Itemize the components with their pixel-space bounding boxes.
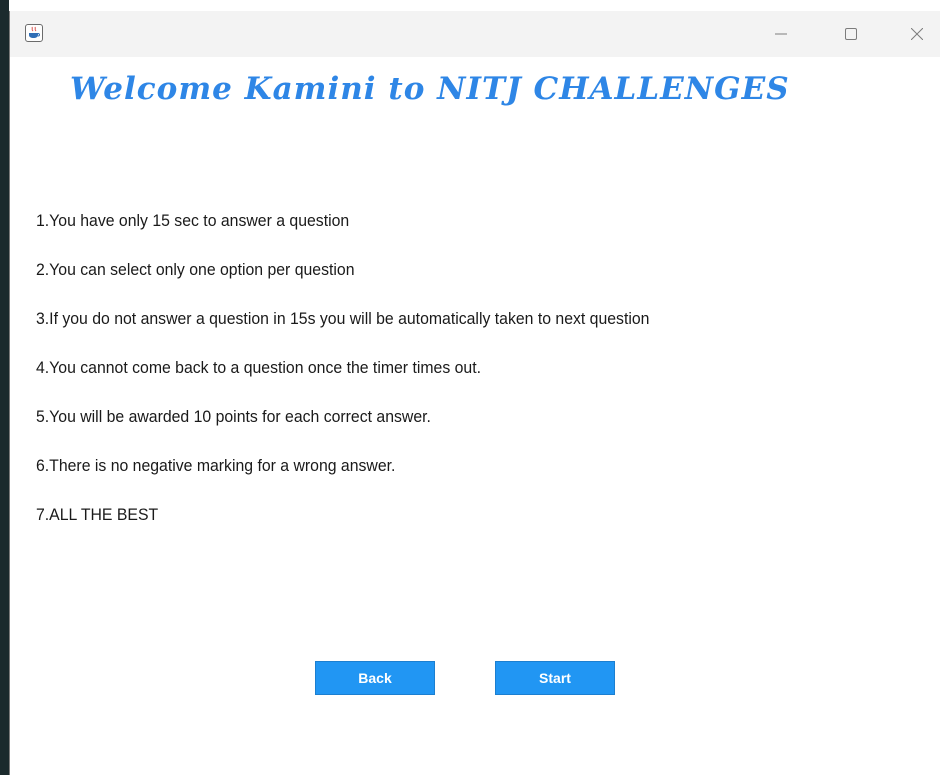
welcome-heading: Welcome Kamini to NITJ CHALLENGES	[70, 71, 790, 107]
desktop-background	[0, 0, 9, 775]
app-window: Welcome Kamini to NITJ CHALLENGES 1.You …	[9, 11, 940, 775]
minimize-button[interactable]	[758, 11, 804, 57]
back-button[interactable]: Back	[315, 661, 435, 695]
rule-item: 2.You can select only one option per que…	[36, 260, 355, 279]
close-icon	[911, 28, 923, 40]
rule-item: 6.There is no negative marking for a wro…	[36, 456, 396, 475]
rule-item: 1.You have only 15 sec to answer a quest…	[36, 211, 350, 230]
minimize-icon	[775, 33, 787, 35]
start-button[interactable]: Start	[495, 661, 615, 695]
rule-item: 3.If you do not answer a question in 15s…	[36, 309, 650, 328]
rule-item: 7.ALL THE BEST	[36, 505, 159, 524]
java-cup-icon[interactable]	[25, 24, 43, 42]
close-button[interactable]	[894, 11, 940, 57]
rule-item: 5.You will be awarded 10 points for each…	[36, 407, 431, 426]
maximize-icon	[845, 28, 857, 40]
maximize-button[interactable]	[828, 11, 874, 57]
title-bar[interactable]	[10, 11, 940, 57]
rule-item: 4.You cannot come back to a question onc…	[36, 358, 482, 377]
